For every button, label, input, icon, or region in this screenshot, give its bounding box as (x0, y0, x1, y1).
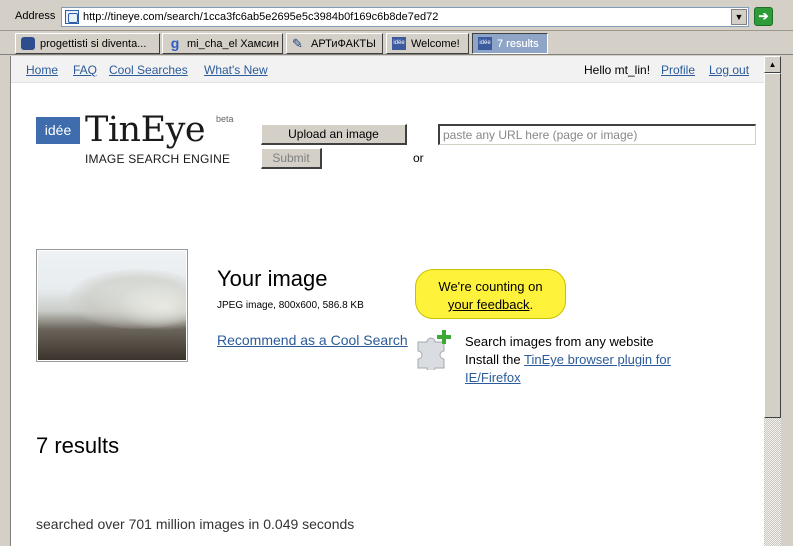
your-image-heading: Your image (217, 266, 328, 291)
feedback-text: We're counting on (438, 279, 543, 294)
scroll-thumb[interactable] (764, 73, 781, 418)
tab-welcome[interactable]: idée Welcome! (386, 33, 469, 54)
feedback-link[interactable]: your feedback (448, 297, 530, 312)
scroll-up-icon[interactable]: ▲ (764, 56, 781, 73)
url-placeholder: paste any URL here (page or image) (443, 128, 638, 142)
nav-cool-searches[interactable]: Cool Searches (109, 63, 188, 77)
page-viewport: Home FAQ Cool Searches What's New Hello … (10, 56, 764, 546)
vertical-scrollbar[interactable]: ▲ (764, 56, 781, 546)
plugin-link-continued[interactable]: IE/Firefox (465, 370, 521, 385)
logo-subtitle: IMAGE SEARCH ENGINE (85, 152, 231, 166)
tab-label: mi_cha_el Хамсин (187, 38, 279, 50)
plugin-text: Search images from any website (465, 334, 654, 349)
beta-label: beta (216, 114, 234, 124)
search-stats: searched over 701 million images in 0.04… (36, 516, 355, 532)
nav-profile[interactable]: Profile (661, 63, 695, 77)
google-icon: g (170, 35, 180, 51)
browser-window: Address http://tineye.com/search/1cca3fc… (0, 0, 793, 546)
tineye-logo[interactable]: TinEye (85, 110, 206, 150)
address-url[interactable]: http://tineye.com/search/1cca3fc6ab5e269… (83, 11, 438, 23)
user-greeting: Hello mt_lin! (584, 63, 651, 77)
pen-icon: ✎ (292, 36, 303, 51)
person-icon (21, 37, 35, 50)
address-dropdown-icon[interactable]: ▼ (731, 9, 747, 25)
nav-logout[interactable]: Log out (709, 63, 749, 77)
plugin-link[interactable]: TinEye browser plugin for (524, 352, 671, 367)
upload-image-button[interactable]: Upload an image (261, 124, 407, 145)
address-input[interactable]: http://tineye.com/search/1cca3fc6ab5e269… (61, 7, 749, 27)
idee-icon: idée (392, 37, 406, 50)
feedback-line2: your feedback. (416, 297, 565, 312)
idee-icon: idée (478, 37, 492, 50)
puzzle-plugin-icon (417, 330, 451, 370)
idee-logo[interactable]: idée (36, 117, 80, 144)
tab-label: Welcome! (411, 38, 460, 50)
tab-label: 7 results (497, 38, 539, 50)
or-label: or (413, 151, 424, 165)
page-icon (65, 10, 79, 24)
window-edge (781, 56, 793, 546)
recommend-cool-search-link[interactable]: Recommend as a Cool Search (217, 332, 408, 348)
nav-whats-new[interactable]: What's New (204, 63, 268, 77)
tab-mi-cha-el[interactable]: g mi_cha_el Хамсин (162, 33, 283, 54)
tab-progettisti[interactable]: progettisti si diventa... (15, 33, 160, 54)
url-input[interactable]: paste any URL here (page or image) (438, 124, 756, 145)
tab-label: progettisti si diventa... (40, 38, 147, 50)
nav-home[interactable]: Home (26, 63, 58, 77)
feedback-bubble: We're counting on your feedback. (415, 269, 566, 319)
tab-artifakty[interactable]: ✎ АРТиФАКТЫ (286, 33, 383, 54)
thumbnail-photo (38, 251, 186, 360)
scroll-track[interactable] (764, 418, 781, 546)
tab-7-results[interactable]: idée 7 results (472, 33, 548, 54)
submit-button[interactable]: Submit (261, 148, 322, 169)
plugin-install-prefix: Install the (465, 352, 525, 367)
feedback-period: . (529, 297, 534, 312)
results-count: 7 results (36, 433, 120, 458)
image-meta: JPEG image, 800x600, 586.8 KB (217, 300, 364, 311)
address-label: Address (15, 10, 56, 22)
tab-label: АРТиФАКТЫ (311, 38, 376, 50)
go-arrow-icon[interactable]: ➔ (754, 7, 773, 26)
plugin-install-line: Install the TinEye browser plugin for (465, 352, 671, 367)
query-image-thumbnail[interactable] (36, 249, 188, 362)
tab-bar: progettisti si diventa... g mi_cha_el Ха… (0, 31, 793, 55)
top-nav: Home FAQ Cool Searches What's New Hello … (11, 56, 764, 83)
nav-faq[interactable]: FAQ (73, 63, 97, 77)
address-bar: Address http://tineye.com/search/1cca3fc… (0, 0, 793, 31)
